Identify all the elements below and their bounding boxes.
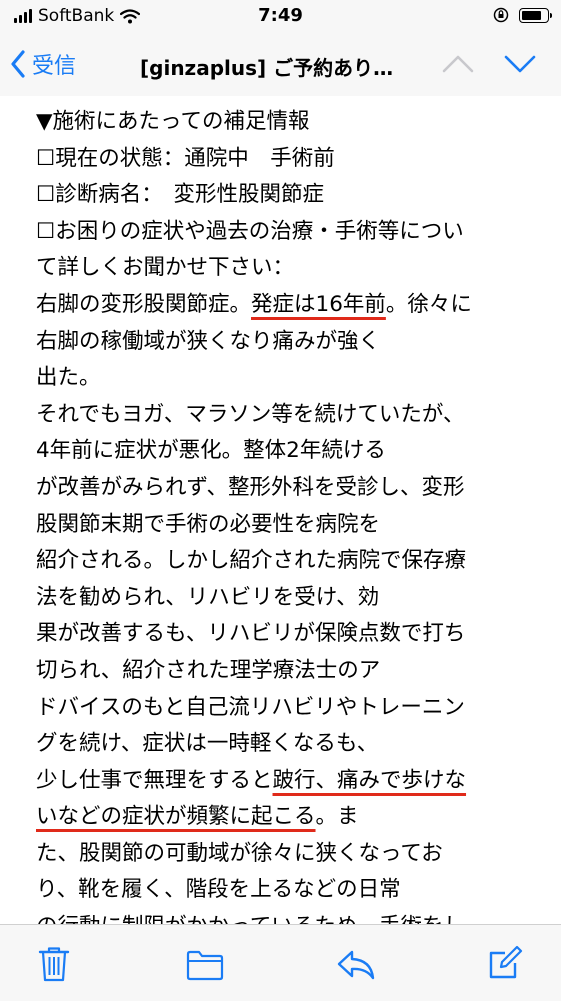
back-button-label: 受信 — [32, 54, 77, 79]
body-text: 少し仕事で無理をすると — [36, 767, 273, 793]
message-line: 法を勧められ、リハビリを受け、効 — [36, 580, 472, 617]
message-line: それでもヨガ、マラソン等を続けていたが、 — [36, 397, 472, 434]
body-text: ☐診断病名： 変形性股関節症 — [36, 182, 325, 208]
highlighted-text: 発症は16年前 — [251, 291, 386, 317]
body-text: ☐お困りの症状や過去の治療・手術等につい — [36, 218, 464, 244]
message-line: 股関節末期で手術の必要性を病院を — [36, 507, 472, 544]
chevron-down-icon — [504, 55, 536, 73]
body-text: て詳しくお聞かせ下さい： — [36, 255, 295, 281]
body-text: り、靴を履く、階段を上るなどの日常 — [36, 877, 401, 903]
message-line: ☐現在の状態：通院中 手術前 — [36, 141, 472, 178]
battery-level — [522, 10, 541, 20]
reply-button[interactable] — [336, 949, 376, 985]
message-line: た、股関節の可動域が徐々に狭くなってお — [36, 836, 472, 873]
message-line: 右脚の稼働域が狭くなり痛みが強く — [36, 324, 472, 361]
status-right — [493, 7, 552, 23]
body-text: ドバイスのもと自己流リハビリやトレーニン — [36, 694, 465, 720]
chevron-left-icon — [11, 50, 25, 78]
body-text: 法を勧められ、リハビリを受け、効 — [36, 584, 380, 610]
body-text: ▼施術にあたっての補足情報 — [36, 109, 310, 134]
trash-icon — [38, 947, 70, 982]
highlighted-text: いなどの症状が頻繁に起こる — [36, 804, 316, 830]
message-line: の行動に制限がかかっているため、手術をし — [36, 909, 472, 924]
message-line: 紹介される。しかし紹介された病院で保存療 — [36, 543, 472, 580]
message-line: グを続け、症状は一時軽くなるも、 — [36, 726, 472, 763]
move-to-folder-button[interactable] — [186, 949, 224, 985]
message-line: り、靴を履く、階段を上るなどの日常 — [36, 872, 472, 909]
chevron-up-icon — [442, 55, 474, 73]
body-text: が改善がみられず、整形外科を受診し、変形 — [36, 474, 465, 500]
orientation-lock-icon — [493, 7, 509, 23]
body-text: 。ま — [315, 804, 359, 830]
body-text: 出た。 — [36, 365, 101, 391]
body-text: それでもヨガ、マラソン等を続けていたが、 — [36, 401, 465, 427]
status-time: 7:49 — [258, 5, 303, 26]
body-text: ☐現在の状態：通院中 手術前 — [36, 145, 335, 171]
compose-icon — [489, 945, 523, 979]
status-bar: SoftBank 7:49 — [0, 0, 561, 34]
nav-bar: 受信 [ginzaplus] ご予約あり… — [0, 34, 561, 97]
message-subject: [ginzaplus] ご予約あり… — [140, 56, 394, 80]
message-line: て詳しくお聞かせ下さい： — [36, 250, 472, 287]
body-text: グを続け、症状は一時軽くなるも、 — [36, 731, 379, 757]
body-text: 右脚の稼働域が狭くなり痛みが強く — [36, 328, 381, 354]
body-text: 切られ、紹介された理学療法士のア — [36, 657, 381, 683]
battery-icon — [519, 7, 552, 23]
message-line: ドバイスのもと自己流リハビリやトレーニン — [36, 690, 472, 727]
message-line: ▼施術にあたっての補足情報 — [36, 104, 472, 141]
highlighted-text: 跛行、痛みで歩けな — [272, 767, 467, 793]
message-line: いなどの症状が頻繁に起こる。ま — [36, 799, 472, 836]
body-text: の行動に制限がかかっているため、手術をし — [36, 914, 465, 924]
message-line: 切られ、紹介された理学療法士のア — [36, 653, 472, 690]
body-text: 4年前に症状が悪化。整体2年続ける — [36, 438, 386, 464]
previous-message-button[interactable] — [440, 52, 476, 80]
message-line: ☐診断病名： 変形性股関節症 — [36, 177, 472, 214]
body-text: 股関節末期で手術の必要性を病院を — [36, 511, 381, 537]
bottom-toolbar — [0, 924, 561, 1001]
compose-button[interactable] — [487, 945, 523, 985]
trash-button[interactable] — [37, 945, 71, 987]
message-line: ☐お困りの症状や過去の治療・手術等につい — [36, 214, 472, 251]
message-line: が改善がみられず、整形外科を受診し、変形 — [36, 470, 472, 507]
body-text: 。徐々に — [385, 291, 472, 317]
body-text: 右脚の変形股関節症。 — [36, 291, 252, 317]
reply-icon — [337, 950, 375, 980]
message-line: 少し仕事で無理をすると跛行、痛みで歩けな — [36, 763, 472, 800]
back-button[interactable]: 受信 — [10, 48, 76, 80]
message-text: ▼施術にあたっての補足情報 ☐現在の状態：通院中 手術前 ☐診断病名： 変形性股関節… — [36, 104, 472, 924]
message-line: 右脚の変形股関節症。発症は16年前。徐々に — [36, 287, 472, 324]
next-message-button[interactable] — [502, 52, 538, 80]
body-text: 紹介される。しかし紹介された病院で保存療 — [36, 548, 467, 574]
folder-icon — [186, 950, 224, 981]
message-line: 果が改善するも、リハビリが保険点数で打ち — [36, 616, 472, 653]
message-line: 出た。 — [36, 360, 472, 397]
message-body: ▼施術にあたっての補足情報 ☐現在の状態：通院中 手術前 ☐診断病名： 変形性股関節… — [0, 96, 561, 924]
body-text: 果が改善するも、リハビリが保険点数で打ち — [36, 621, 466, 647]
message-line: 4年前に症状が悪化。整体2年続ける — [36, 433, 472, 470]
body-text: た、股関節の可動域が徐々に狭くなってお — [36, 840, 443, 866]
